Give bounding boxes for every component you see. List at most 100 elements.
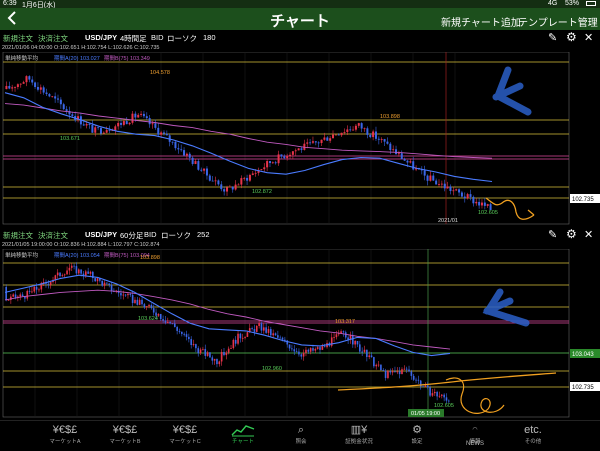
candle: [356, 340, 359, 345]
nav-news[interactable]: ◠ NEWS 情報: [450, 423, 500, 447]
candle: [49, 282, 52, 285]
candle: [389, 143, 392, 151]
candle: [176, 326, 178, 331]
chart1-pair-select[interactable]: USD/JPY: [85, 33, 117, 42]
candle: [274, 333, 277, 336]
nav-inquiry[interactable]: ⌕ 照会: [276, 423, 326, 445]
candle: [288, 344, 291, 349]
candle: [21, 294, 24, 297]
candle: [240, 178, 243, 185]
candle: [267, 329, 270, 333]
candle: [101, 280, 104, 286]
chart2-indicator-name: 単純移動平均: [5, 251, 39, 259]
candle: [246, 177, 249, 181]
candle: [82, 124, 85, 126]
candle: [141, 299, 143, 305]
candle: [63, 274, 66, 276]
bottom-nav: ¥€$£ マーケットA ¥€$£ マーケットB ¥€$£ マーケットC チャート ⌕ 照…: [0, 420, 600, 451]
chart1-gear-icon[interactable]: ⚙: [566, 30, 577, 44]
candle: [366, 128, 369, 135]
candle: [305, 349, 307, 353]
chart2-plot[interactable]: 単純移動平均 期間A(20) 103.054 期間B(75) 103.094 1…: [0, 249, 600, 419]
candle: [211, 357, 214, 361]
chart2-settle-order-button[interactable]: 決済注文: [38, 230, 68, 241]
chart2-timeframe-select[interactable]: 60分足: [120, 230, 143, 241]
candle: [206, 352, 209, 356]
candle: [306, 142, 309, 144]
chart1-plot[interactable]: 単純移動平均 期間A(20) 103.027 期間B(75) 103.349 1…: [0, 52, 600, 225]
chart2-count-select[interactable]: 252: [197, 230, 210, 239]
candle: [223, 351, 225, 356]
candle: [448, 400, 450, 402]
chart1-settle-order-button[interactable]: 決済注文: [38, 33, 68, 44]
candle: [38, 289, 40, 291]
chart1-close-icon[interactable]: ✕: [584, 31, 593, 44]
candle: [446, 186, 449, 189]
candle: [295, 351, 298, 353]
nav-settings[interactable]: ⚙ 設定: [392, 423, 442, 445]
add-chart-button[interactable]: 新規チャート追加: [441, 14, 521, 29]
chart1-chart-type-select[interactable]: ローソク: [167, 33, 197, 44]
candle: [480, 202, 483, 206]
chart1-count-select[interactable]: 180: [203, 33, 216, 42]
chart1-timeframe-select[interactable]: 4時間足: [120, 33, 147, 44]
candle: [403, 159, 406, 161]
chart2-price-type-select[interactable]: BID: [144, 230, 157, 239]
candle: [165, 133, 168, 136]
candle: [342, 331, 345, 333]
candle: [383, 139, 386, 142]
candle: [137, 114, 140, 118]
candle: [271, 162, 274, 164]
candle: [171, 141, 174, 143]
candle: [223, 189, 226, 192]
candle: [243, 177, 246, 179]
candle: [320, 139, 323, 144]
candle: [178, 330, 181, 332]
candle: [373, 357, 375, 367]
status-bar: 6:39 1月6日(水) 4G 53%: [0, 0, 600, 9]
chart1-price-type-select[interactable]: BID: [151, 33, 164, 42]
candle: [127, 293, 129, 296]
nav-margin[interactable]: ▥¥ 証拠金状況: [334, 423, 384, 445]
nav-chart[interactable]: チャート: [218, 423, 268, 445]
candle: [387, 371, 389, 378]
template-manage-button[interactable]: テンプレート管理: [518, 14, 598, 29]
nav-market-b[interactable]: ¥€$£ マーケットB: [100, 423, 150, 445]
candle: [59, 99, 62, 105]
candle: [289, 154, 292, 157]
candle: [239, 333, 242, 339]
nav-market-a[interactable]: ¥€$£ マーケットA: [40, 423, 90, 445]
chart2-chart-type-select[interactable]: ローソク: [161, 230, 191, 241]
chart2-new-order-button[interactable]: 新規注文: [3, 230, 33, 241]
candle: [140, 113, 143, 115]
candle: [283, 156, 286, 159]
candle: [266, 161, 269, 168]
candle: [180, 149, 183, 151]
chart2-close-icon[interactable]: ✕: [584, 228, 593, 241]
candle: [455, 189, 458, 191]
candle: [340, 132, 343, 136]
magnifier-icon: ⌕: [297, 424, 305, 436]
candle: [25, 76, 28, 83]
chart1-pencil-icon[interactable]: ✎: [548, 31, 557, 44]
candle: [352, 129, 355, 131]
candle: [253, 329, 256, 332]
candle: [129, 293, 132, 295]
candle: [231, 186, 234, 190]
candle: [136, 299, 139, 305]
candle: [14, 86, 17, 88]
candle: [405, 368, 408, 370]
candle: [188, 336, 190, 340]
chart2-pencil-icon[interactable]: ✎: [548, 228, 557, 241]
nav-other[interactable]: etc. その他: [508, 423, 558, 445]
chart2-gear-icon[interactable]: ⚙: [566, 227, 577, 241]
candle: [45, 92, 48, 95]
chart1-low1-label: 103.671: [60, 136, 80, 142]
chart1-new-order-button[interactable]: 新規注文: [3, 33, 33, 44]
candle: [354, 125, 357, 130]
candle: [409, 161, 412, 163]
candle: [227, 348, 230, 353]
chart2-pair-select[interactable]: USD/JPY: [85, 230, 117, 239]
candle: [85, 124, 88, 126]
nav-market-c[interactable]: ¥€$£ マーケットC: [160, 423, 210, 445]
